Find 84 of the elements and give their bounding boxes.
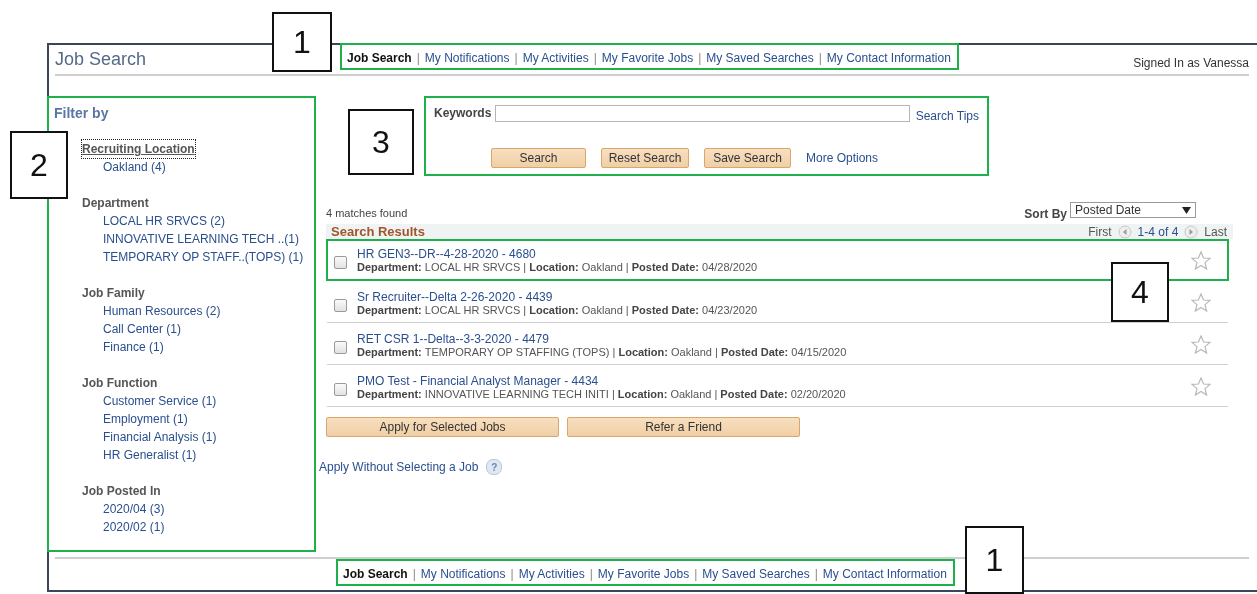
filter-link[interactable]: 2020/02 (1) bbox=[103, 518, 165, 536]
results-title: Search Results bbox=[331, 224, 425, 239]
job-title-link[interactable]: HR GEN3--DR--4-28-2020 - 4680 bbox=[357, 247, 536, 261]
filter-heading[interactable]: Job Function bbox=[82, 374, 158, 392]
nav-link[interactable]: My Activities bbox=[518, 567, 585, 581]
filter-link[interactable]: Employment (1) bbox=[103, 410, 188, 428]
filter-link[interactable]: INNOVATIVE LEARNING TECH ..(1) bbox=[103, 230, 300, 248]
filter-link[interactable]: HR Generalist (1) bbox=[103, 446, 197, 464]
nav-link[interactable]: My Contact Information bbox=[822, 567, 947, 581]
dropdown-icon bbox=[1182, 206, 1191, 214]
filter-link[interactable]: Customer Service (1) bbox=[103, 392, 217, 410]
row-checkbox[interactable] bbox=[334, 256, 347, 269]
filter-link[interactable]: Oakland (4) bbox=[103, 158, 166, 176]
callout-number: 1 bbox=[272, 12, 332, 72]
action-button[interactable]: Refer a Friend bbox=[567, 417, 800, 437]
star-icon[interactable] bbox=[1191, 377, 1211, 396]
filter-link[interactable]: TEMPORARY OP STAFF..(TOPS) (1) bbox=[103, 248, 304, 266]
nav-link[interactable]: Job Search bbox=[347, 51, 412, 65]
row-checkbox[interactable] bbox=[334, 340, 347, 354]
separator: | bbox=[694, 567, 698, 581]
separator: | bbox=[589, 567, 593, 581]
nav-link[interactable]: My Saved Searches bbox=[706, 51, 814, 65]
search-button[interactable]: Reset Search bbox=[601, 148, 689, 168]
search-button[interactable]: Save Search bbox=[704, 148, 791, 168]
filter-link[interactable]: Finance (1) bbox=[103, 338, 164, 356]
filter-link[interactable]: LOCAL HR SRVCS (2) bbox=[103, 212, 226, 230]
first-link[interactable]: First bbox=[1088, 225, 1112, 239]
job-details: Department: LOCAL HR SRVCS | Location: Oakland | Posted Date: 04/28/2020 bbox=[357, 261, 759, 273]
action-button[interactable]: Apply for Selected Jobs bbox=[326, 417, 559, 437]
next-icon[interactable] bbox=[1184, 225, 1199, 239]
separator: | bbox=[412, 567, 416, 581]
separator: | bbox=[814, 567, 818, 581]
last-link[interactable]: Last bbox=[1204, 225, 1227, 239]
page-title: Job Search bbox=[55, 48, 148, 70]
callout-number: 4 bbox=[1111, 262, 1169, 322]
filter-link[interactable]: Financial Analysis (1) bbox=[103, 428, 217, 446]
filter-title: Filter by bbox=[54, 105, 110, 121]
row-checkbox[interactable] bbox=[334, 382, 347, 396]
job-details: Department: LOCAL HR SRVCS | Location: Oakland | Posted Date: 04/23/2020 bbox=[357, 303, 759, 316]
nav-link[interactable]: My Activities bbox=[522, 51, 589, 65]
search-tips-link[interactable]: Search Tips bbox=[915, 109, 979, 123]
nav-link[interactable]: My Notifications bbox=[424, 51, 510, 65]
filter-link[interactable]: Human Resources (2) bbox=[103, 302, 221, 320]
nav-link[interactable]: My Notifications bbox=[420, 567, 506, 581]
nav-link[interactable]: My Favorite Jobs bbox=[597, 567, 690, 581]
separator: | bbox=[514, 51, 518, 65]
nav-link[interactable]: My Saved Searches bbox=[702, 567, 810, 581]
callout-number: 1 bbox=[965, 526, 1024, 594]
separator: | bbox=[698, 51, 702, 65]
filter-heading[interactable]: Department bbox=[82, 194, 149, 212]
job-title-link[interactable]: PMO Test - Financial Analyst Manager - 4434 bbox=[357, 373, 599, 388]
row-checkbox[interactable] bbox=[334, 298, 347, 312]
job-details: Department: INNOVATIVE LEARNING TECH INITI | Location: Oakland | Posted Date: 02/20/2020 bbox=[357, 387, 847, 400]
job-details: Department: TEMPORARY OP STAFFING (TOPS) | Location: Oakland | Posted Date: 04/15/2020 bbox=[357, 345, 848, 358]
star-icon[interactable] bbox=[1191, 251, 1211, 270]
keywords-field[interactable] bbox=[495, 104, 910, 122]
page-range: 1-4 of 4 bbox=[1137, 225, 1179, 239]
filter-link[interactable]: Call Center (1) bbox=[103, 320, 182, 338]
callout-number: 2 bbox=[10, 131, 68, 199]
job-title-link[interactable]: Sr Recruiter--Delta 2-26-2020 - 4439 bbox=[357, 289, 553, 304]
signed-in-text: Signed In as Vanessa bbox=[1133, 55, 1249, 70]
filter-heading[interactable]: Job Family bbox=[82, 284, 145, 302]
sort-label: Sort By bbox=[1024, 207, 1067, 221]
filter-heading[interactable]: Job Posted In bbox=[82, 482, 161, 500]
filter-heading[interactable]: Recruiting Location bbox=[82, 140, 195, 158]
callout-number: 3 bbox=[348, 109, 414, 175]
filter-link[interactable]: 2020/04 (3) bbox=[103, 500, 165, 518]
separator: | bbox=[416, 51, 420, 65]
keywords-label: Keywords bbox=[434, 106, 492, 120]
previous-icon[interactable] bbox=[1117, 225, 1132, 239]
sort-select[interactable]: Posted Date bbox=[1070, 202, 1196, 218]
star-icon[interactable] bbox=[1191, 293, 1211, 312]
matches-count: 4 matches found bbox=[326, 207, 408, 219]
separator: | bbox=[593, 51, 597, 65]
search-button[interactable]: Search bbox=[491, 148, 586, 168]
apply-without-link[interactable]: Apply Without Selecting a Job bbox=[319, 460, 479, 474]
nav-link[interactable]: My Contact Information bbox=[826, 51, 951, 65]
separator: | bbox=[510, 567, 514, 581]
nav-link[interactable]: My Favorite Jobs bbox=[601, 51, 694, 65]
more-options-link[interactable]: More Options bbox=[806, 151, 879, 165]
separator: | bbox=[818, 51, 822, 65]
nav-link[interactable]: Job Search bbox=[343, 567, 408, 581]
star-icon[interactable] bbox=[1191, 335, 1211, 354]
job-title-link[interactable]: RET CSR 1--Delta--3-3-2020 - 4479 bbox=[357, 331, 549, 346]
